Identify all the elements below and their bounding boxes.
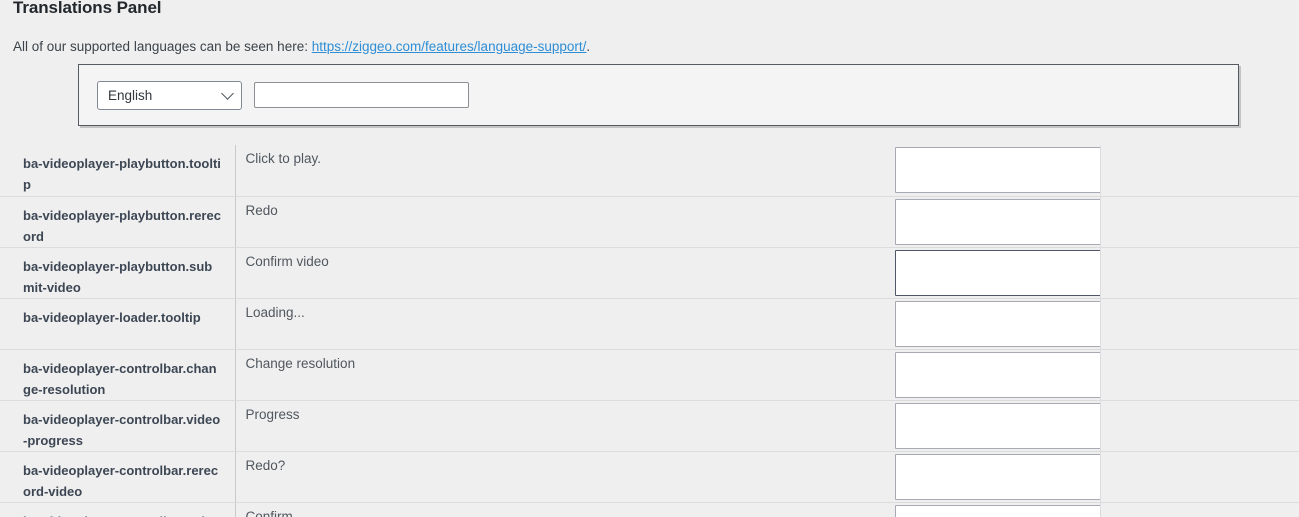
table-row: ba-videoplayer-controlbar.rerecord-video… (0, 450, 1299, 502)
translation-key-label: ba-videoplayer-loader.tooltip (23, 309, 201, 325)
language-select-value: English (108, 87, 153, 103)
table-row: ba-videoplayer-controlbar.video-progress… (0, 399, 1299, 451)
translation-key-label: ba-videoplayer-playbutton.rerecord (23, 207, 221, 244)
row-spacer-cell (1100, 246, 1299, 298)
source-string-cell: Click to play. (235, 145, 895, 196)
search-input[interactable] (254, 82, 469, 108)
translation-input-cell (895, 195, 1107, 247)
translation-input-cell (895, 501, 1107, 517)
translation-input[interactable] (895, 351, 1107, 398)
source-string-cell: Confirm video (235, 246, 895, 298)
row-spacer-cell (1100, 399, 1299, 451)
table-row: ba-videoplayer-playbutton.submit-video Co… (0, 246, 1299, 298)
table-row: ba-videoplayer-loader.tooltip Loading... (0, 297, 1299, 349)
translation-input[interactable] (895, 453, 1107, 500)
translation-key-cell: ba-videoplayer-controlbar.rerecord-video (0, 450, 235, 502)
source-string-label: Redo? (245, 457, 286, 473)
translation-key-cell: ba-videoplayer-controlbar.change-resolut… (0, 348, 235, 400)
page-title: Translations Panel (13, 0, 162, 17)
translation-key-cell: ba-videoplayer-playbutton.tooltip (0, 145, 235, 196)
language-select[interactable]: English (97, 80, 242, 110)
translation-input[interactable] (895, 402, 1107, 449)
translations-table: ba-videoplayer-playbutton.tooltip Click t… (0, 145, 1299, 517)
table-row: ba-videoplayer-playbutton.tooltip Click t… (0, 145, 1299, 196)
row-spacer-cell (1100, 348, 1299, 400)
source-string-label: Progress (245, 406, 300, 422)
row-spacer-cell (1100, 145, 1299, 196)
translation-input[interactable] (895, 249, 1107, 296)
translation-input-cell (895, 399, 1107, 451)
translation-key-cell: ba-videoplayer-playbutton.submit-video (0, 246, 235, 298)
source-string-cell: Progress (235, 399, 895, 451)
translation-key-cell: ba-videoplayer-controlbar.video-progress (0, 399, 235, 451)
source-string-cell: Redo? (235, 450, 895, 502)
translations-panel-page: Translations Panel All of our supported … (0, 0, 1299, 517)
translation-input[interactable] (895, 198, 1107, 245)
source-string-label: Click to play. (245, 151, 322, 166)
translation-input[interactable] (895, 147, 1107, 193)
translation-key-label: ba-videoplayer-playbutton.tooltip (23, 156, 221, 192)
translation-key-label: ba-videoplayer-controlbar.submit-video (0, 503, 235, 517)
translation-input[interactable] (895, 300, 1107, 347)
translation-input-cell (895, 450, 1107, 502)
source-string-label: Confirm (245, 508, 293, 517)
source-string-cell: Change resolution (235, 348, 895, 400)
row-spacer-cell (1100, 450, 1299, 502)
translation-key-label: ba-videoplayer-controlbar.video-progress (23, 411, 221, 448)
translation-input-cell (895, 348, 1107, 400)
translation-key-label: ba-videoplayer-playbutton.submit-video (23, 258, 213, 295)
row-spacer-cell (1100, 195, 1299, 247)
chevron-down-icon (221, 87, 234, 100)
source-string-label: Confirm video (245, 253, 329, 269)
source-string-label: Loading... (245, 304, 305, 320)
row-spacer-cell (1100, 297, 1299, 349)
translation-input-cell (895, 297, 1107, 349)
translation-input-cell (895, 246, 1107, 298)
table-row: ba-videoplayer-playbutton.rerecord Redo (0, 195, 1299, 247)
intro-text: All of our supported languages can be se… (13, 38, 590, 56)
source-string-cell: Loading... (235, 297, 895, 349)
translation-input[interactable] (895, 504, 1107, 517)
translation-key-label: ba-videoplayer-controlbar.change-resolut… (23, 360, 217, 397)
table-row: ba-videoplayer-controlbar.submit-video Co… (0, 501, 1299, 517)
translation-key-cell: ba-videoplayer-loader.tooltip (0, 297, 235, 349)
language-support-link[interactable]: https://ziggeo.com/features/language-sup… (312, 39, 587, 54)
table-row: ba-videoplayer-controlbar.change-resolut… (0, 348, 1299, 400)
translation-input-cell (895, 145, 1107, 196)
intro-text-suffix: . (586, 39, 591, 54)
translation-key-label: ba-videoplayer-controlbar.rerecord-video (23, 462, 219, 499)
translation-key-cell: ba-videoplayer-controlbar.submit-video (0, 501, 235, 517)
source-string-label: Change resolution (245, 355, 356, 371)
row-spacer-cell (1100, 501, 1299, 517)
intro-text-prefix: All of our supported languages can be se… (13, 39, 312, 54)
source-string-cell: Redo (235, 195, 895, 247)
filter-panel: English (78, 64, 1239, 126)
source-string-label: Redo (245, 202, 278, 218)
translation-key-cell: ba-videoplayer-playbutton.rerecord (0, 195, 235, 247)
source-string-cell: Confirm (235, 501, 895, 517)
